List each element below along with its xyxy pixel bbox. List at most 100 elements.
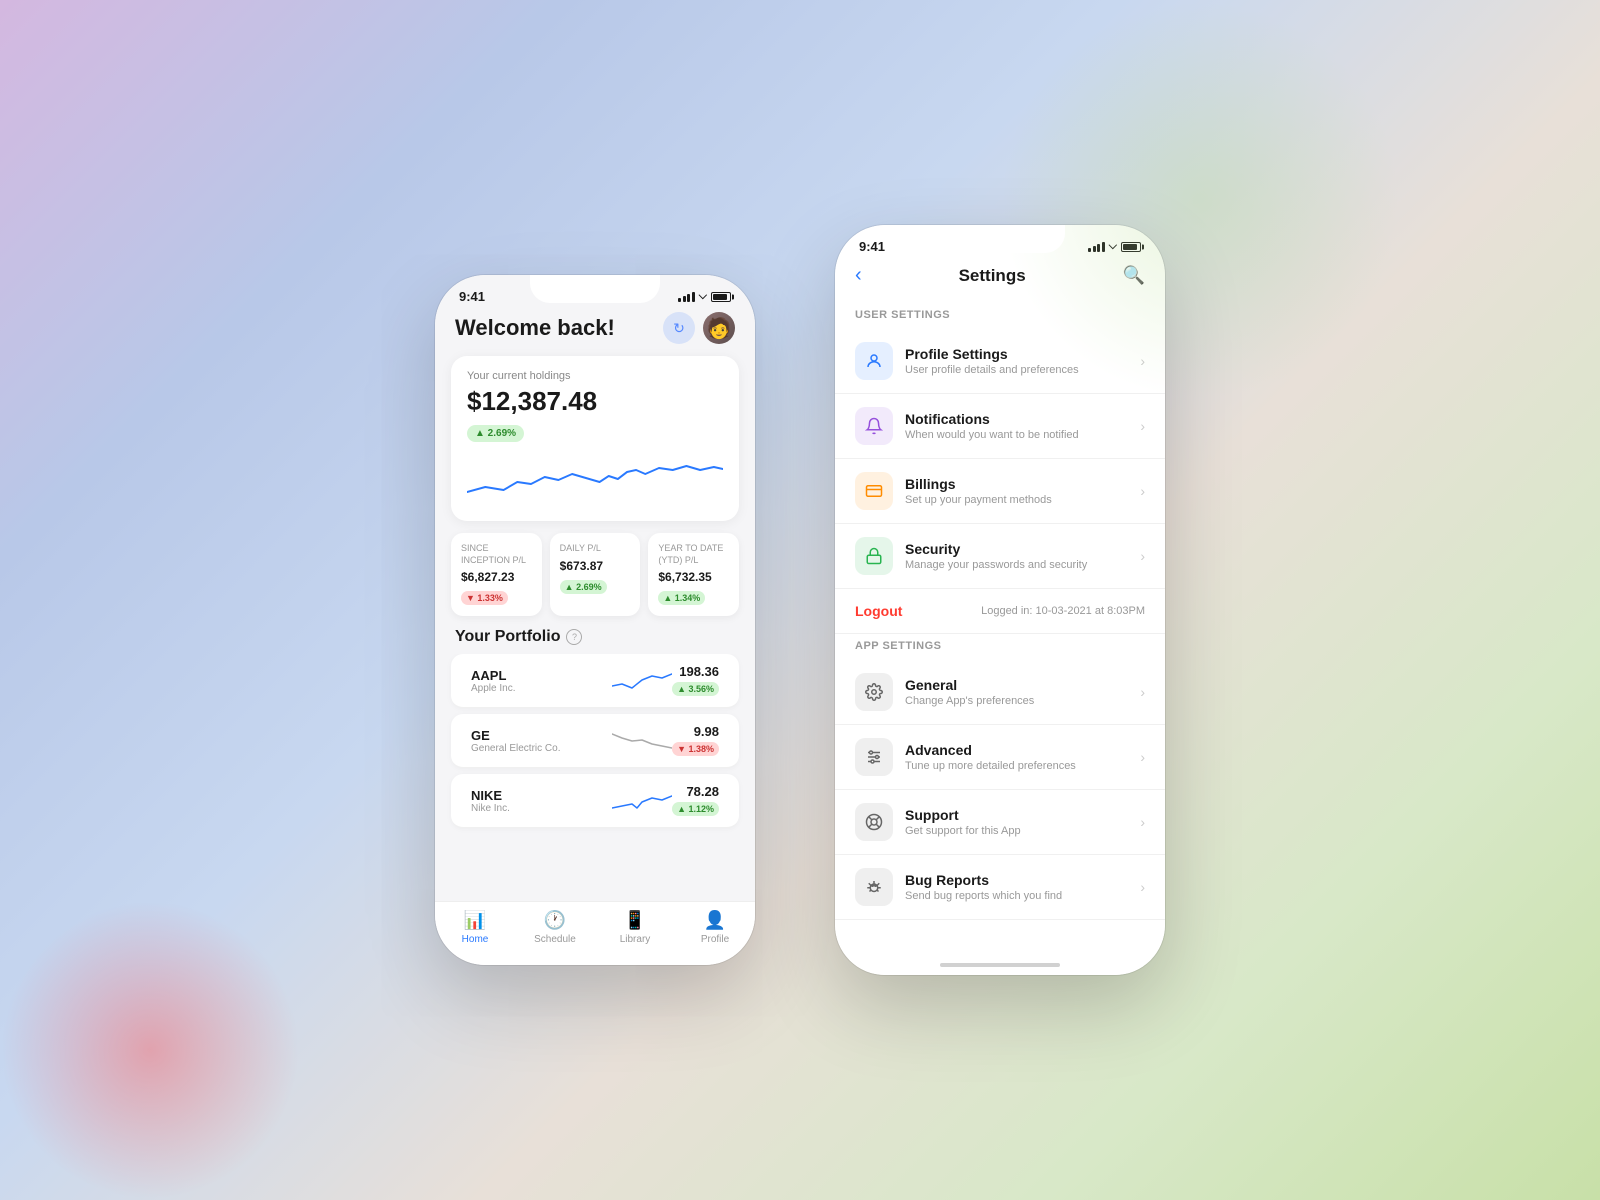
status-time-2: 9:41 [859,239,885,254]
user-avatar[interactable]: 🧑 [703,312,735,344]
stock-chart-ge [612,726,672,756]
profile-settings-subtitle: User profile details and preferences [905,364,1140,376]
notifications-title: Notifications [905,411,1140,427]
stock-item-nike[interactable]: NIKE Nike Inc. 78.28 ▲ 1.12% [451,774,739,828]
app-settings-label: APP SETTINGS [835,634,1165,660]
stock-chart-nike [612,786,672,816]
bug-reports-title: Bug Reports [905,872,1140,888]
holdings-amount: $12,387.48 [467,386,723,417]
stat-inception: SINCE INCEPTION P/L $6,827.23 ▼ 1.33% [451,533,542,616]
stock-item-aapl[interactable]: AAPL Apple Inc. 198.36 ▲ 3.56% [451,654,739,708]
stat-inception-label: SINCE INCEPTION P/L [461,543,532,566]
refresh-button[interactable]: ↻ [663,312,695,344]
advanced-text: Advanced Tune up more detailed preferenc… [905,742,1140,772]
settings-item-billings[interactable]: Billings Set up your payment methods › [835,459,1165,524]
library-icon: 📱 [624,910,646,931]
holdings-card: Your current holdings $12,387.48 ▲ 2.69% [451,356,739,521]
billings-chevron: › [1140,483,1145,499]
bottom-nav: 📊 Home 🕐 Schedule 📱 Library 👤 Profile [435,901,755,965]
stock-info-nike: NIKE Nike Inc. [471,788,612,814]
stock-right-nike: 78.28 ▲ 1.12% [672,784,719,817]
notifications-text: Notifications When would you want to be … [905,411,1140,441]
billings-subtitle: Set up your payment methods [905,494,1140,506]
support-icon [855,803,893,841]
nav-home[interactable]: 📊 Home [435,910,515,945]
stat-ytd-value: $6,732.35 [658,570,729,584]
stock-name-ge: General Electric Co. [471,743,612,754]
stock-chart-aapl [612,666,672,696]
bug-reports-chevron: › [1140,879,1145,895]
home-indicator [835,945,1165,975]
logged-in-text: Logged in: 10-03-2021 at 8:03PM [981,605,1145,617]
support-subtitle: Get support for this App [905,825,1140,837]
stock-change-nike: ▲ 1.12% [672,802,719,816]
profile-settings-text: Profile Settings User profile details an… [905,346,1140,376]
advanced-title: Advanced [905,742,1140,758]
profile-settings-title: Profile Settings [905,346,1140,362]
settings-item-support[interactable]: Support Get support for this App › [835,790,1165,855]
stock-price-nike: 78.28 [672,784,719,799]
stat-ytd: YEAR TO DATE (YTD) P/L $6,732.35 ▲ 1.34% [648,533,739,616]
billings-icon [855,472,893,510]
stock-info-ge: GE General Electric Co. [471,728,612,754]
phone-notch [530,275,660,303]
support-title: Support [905,807,1140,823]
notifications-chevron: › [1140,418,1145,434]
bug-reports-subtitle: Send bug reports which you find [905,890,1140,902]
stock-right-aapl: 198.36 ▲ 3.56% [672,664,719,697]
settings-item-general[interactable]: General Change App's preferences › [835,660,1165,725]
signal-icon [678,292,695,302]
home-bar [940,963,1060,967]
stat-daily-label: DAILY P/L [560,543,631,555]
stat-ytd-label: YEAR TO DATE (YTD) P/L [658,543,729,566]
phone-dashboard: 9:41 ✈ ⌵ Welcome back! ↻ [435,275,755,965]
general-text: General Change App's preferences [905,677,1140,707]
stock-list: AAPL Apple Inc. 198.36 ▲ 3.56% GE Genera… [435,654,755,901]
profile-icon: 👤 [704,910,726,931]
profile-settings-chevron: › [1140,353,1145,369]
security-subtitle: Manage your passwords and security [905,559,1140,571]
stock-price-ge: 9.98 [672,724,719,739]
general-chevron: › [1140,684,1145,700]
settings-item-notifications[interactable]: Notifications When would you want to be … [835,394,1165,459]
security-icon [855,537,893,575]
back-button[interactable]: ‹ [855,264,862,287]
support-text: Support Get support for this App [905,807,1140,837]
logout-button[interactable]: Logout [855,603,902,619]
settings-item-advanced[interactable]: Advanced Tune up more detailed preferenc… [835,725,1165,790]
status-time: 9:41 [459,289,485,304]
wifi-icon-2: ⌵ [1109,240,1117,253]
bug-reports-icon [855,868,893,906]
nav-library[interactable]: 📱 Library [595,910,675,945]
logout-row: Logout Logged in: 10-03-2021 at 8:03PM [835,589,1165,634]
stat-daily-change: ▲ 2.69% [560,580,607,594]
nav-schedule[interactable]: 🕐 Schedule [515,910,595,945]
battery-icon [711,292,731,302]
settings-item-profile[interactable]: Profile Settings User profile details an… [835,329,1165,394]
bug-reports-text: Bug Reports Send bug reports which you f… [905,872,1140,902]
stock-price-aapl: 198.36 [672,664,719,679]
battery-icon-2 [1121,242,1141,252]
nav-schedule-label: Schedule [534,934,576,945]
stock-right-ge: 9.98 ▼ 1.38% [672,724,719,757]
nav-profile[interactable]: 👤 Profile [675,910,755,945]
settings-item-security[interactable]: Security Manage your passwords and secur… [835,524,1165,589]
stock-ticker-ge: GE [471,728,612,743]
user-settings-label: USER SETTINGS [835,303,1165,329]
billings-text: Billings Set up your payment methods [905,476,1140,506]
settings-screen: 9:41 ✈ ⌵ ‹ Settings 🔍 [835,225,1165,975]
holdings-change: ▲ 2.69% [467,425,524,442]
stock-change-aapl: ▲ 3.56% [672,682,719,696]
settings-item-bug-reports[interactable]: Bug Reports Send bug reports which you f… [835,855,1165,920]
nav-profile-label: Profile [701,934,729,945]
search-button[interactable]: 🔍 [1123,265,1145,286]
stock-item-ge[interactable]: GE General Electric Co. 9.98 ▼ 1.38% [451,714,739,768]
dashboard-screen: 9:41 ✈ ⌵ Welcome back! ↻ [435,275,755,965]
advanced-icon [855,738,893,776]
dashboard-header: Welcome back! ↻ 🧑 [435,304,755,356]
stock-change-ge: ▼ 1.38% [672,742,719,756]
billings-title: Billings [905,476,1140,492]
schedule-icon: 🕐 [544,910,566,931]
wifi-icon: ⌵ [699,290,707,303]
portfolio-header: Your Portfolio ? [435,628,755,654]
